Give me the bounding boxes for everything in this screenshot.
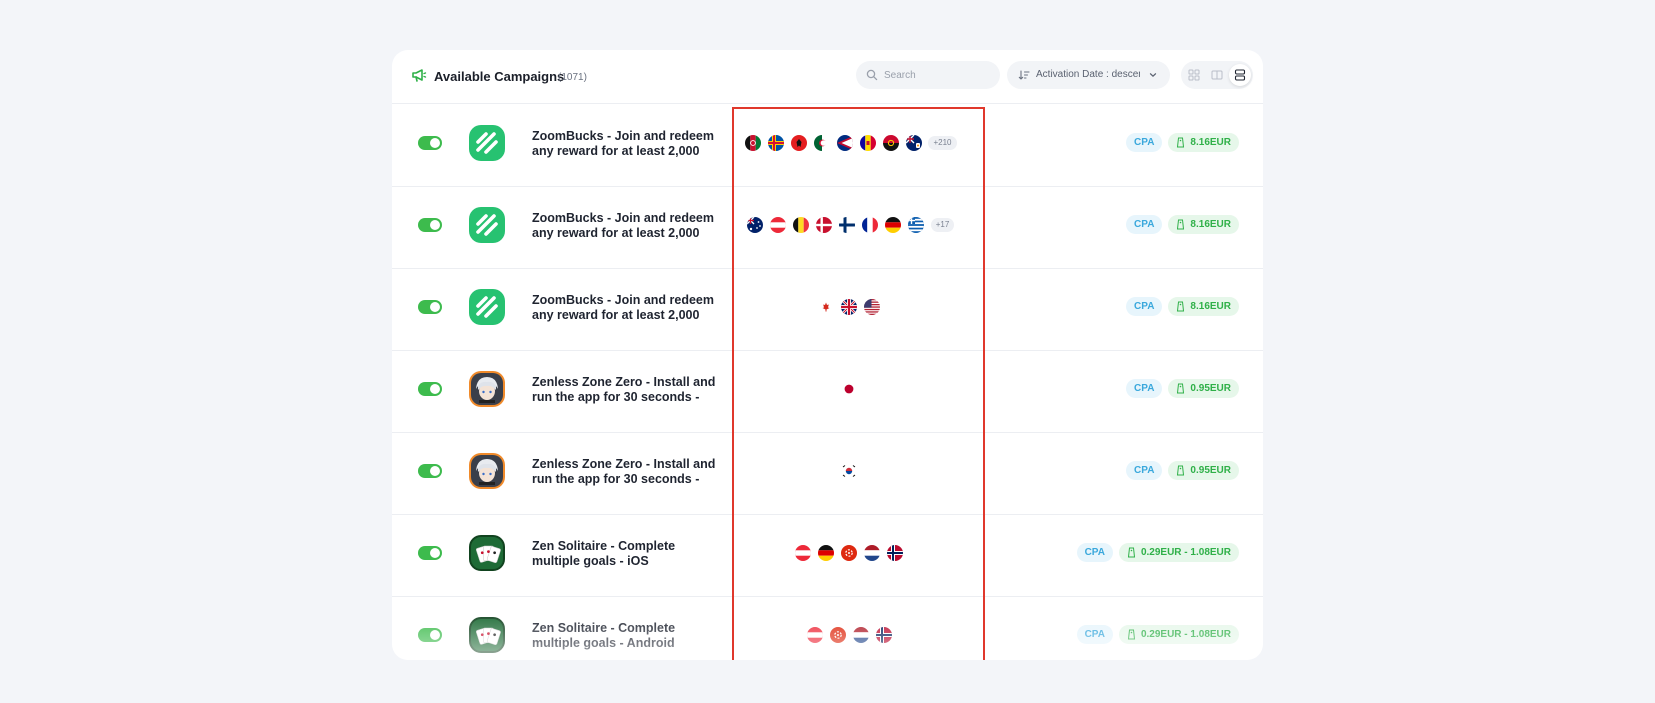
columns-view-button[interactable]: [1206, 64, 1228, 86]
zoombucks-app-icon: [469, 125, 505, 161]
megaphone-icon: [412, 69, 427, 82]
payout-amount: 8.16EUR: [1190, 301, 1231, 312]
campaign-name: ZoomBucks - Join and redeem any reward f…: [532, 129, 714, 158]
campaign-toggle[interactable]: [418, 300, 442, 314]
payout-badge: 0.95EUR: [1168, 461, 1239, 480]
zoombucks-app-icon: [469, 289, 505, 325]
campaign-type-badge: CPA: [1126, 215, 1163, 234]
campaign-name: Zenless Zone Zero - Install and run the …: [532, 375, 716, 404]
list-icon: [1234, 69, 1246, 81]
payout-amount: 0.95EUR: [1190, 383, 1231, 394]
list-view-button[interactable]: [1229, 64, 1251, 86]
payout-badge: 8.16EUR: [1168, 297, 1239, 316]
payout-group: CPA 8.16EUR: [1126, 297, 1239, 316]
campaign-count: (1071): [558, 72, 587, 83]
campaign-type-badge: CPA: [1126, 133, 1163, 152]
sort-dropdown[interactable]: Activation Date : descen...: [1007, 61, 1170, 89]
payout-amount: 0.29EUR - 1.08EUR: [1140, 547, 1231, 558]
payout-group: CPA 0.29EUR - 1.08EUR: [1076, 625, 1239, 644]
campaign-name: Zenless Zone Zero - Install and run the …: [532, 457, 716, 486]
grid-view-button[interactable]: [1183, 64, 1205, 86]
campaign-name: Zen Solitaire - Complete multiple goals …: [532, 621, 676, 650]
search-input[interactable]: [884, 61, 994, 89]
payout-amount: 8.16EUR: [1190, 219, 1231, 230]
zenless-zone-zero-app-icon: [469, 371, 505, 407]
sort-label: Activation Date : descen...: [1036, 69, 1140, 80]
campaign-type-badge: CPA: [1126, 461, 1163, 480]
payout-group: CPA 0.95EUR: [1126, 461, 1239, 480]
price-tag-icon: [1177, 301, 1185, 312]
payout-group: CPA 0.95EUR: [1126, 379, 1239, 398]
payout-badge: 0.29EUR - 1.08EUR: [1118, 543, 1239, 562]
page-title: Available Campaigns: [434, 69, 565, 84]
price-tag-icon: [1177, 383, 1185, 394]
zen-solitaire-app-icon: [469, 617, 505, 653]
campaign-toggle[interactable]: [418, 546, 442, 560]
search-box[interactable]: [856, 61, 1000, 89]
payout-amount: 0.29EUR - 1.08EUR: [1140, 629, 1231, 640]
campaign-toggle[interactable]: [418, 382, 442, 396]
campaign-name: ZoomBucks - Join and redeem any reward f…: [532, 293, 714, 322]
price-tag-icon: [1127, 547, 1136, 558]
countries-column-highlight: [732, 107, 985, 660]
payout-amount: 0.95EUR: [1190, 465, 1231, 476]
payout-group: CPA 8.16EUR: [1126, 215, 1239, 234]
payout-badge: 0.95EUR: [1168, 379, 1239, 398]
zen-solitaire-app-icon: [469, 535, 505, 571]
payout-badge: 0.29EUR - 1.08EUR: [1118, 625, 1239, 644]
price-tag-icon: [1127, 629, 1136, 640]
search-icon: [866, 69, 878, 81]
payout-group: CPA 8.16EUR: [1126, 133, 1239, 152]
campaign-type-badge: CPA: [1076, 625, 1113, 644]
campaigns-header: Available Campaigns (1071) Activation Da…: [392, 50, 1263, 104]
columns-icon: [1211, 70, 1223, 80]
zenless-zone-zero-app-icon: [469, 453, 505, 489]
campaign-type-badge: CPA: [1076, 543, 1113, 562]
campaign-toggle[interactable]: [418, 218, 442, 232]
view-mode-toggle: [1181, 61, 1253, 89]
campaign-type-badge: CPA: [1126, 379, 1163, 398]
sort-descending-icon: [1018, 70, 1030, 80]
campaign-type-badge: CPA: [1126, 297, 1163, 316]
payout-group: CPA 0.29EUR - 1.08EUR: [1076, 543, 1239, 562]
campaign-toggle[interactable]: [418, 628, 442, 642]
campaign-name: ZoomBucks - Join and redeem any reward f…: [532, 211, 714, 240]
payout-badge: 8.16EUR: [1168, 215, 1239, 234]
grid-icon: [1188, 69, 1200, 81]
campaign-name: Zen Solitaire - Complete multiple goals …: [532, 539, 676, 568]
price-tag-icon: [1177, 465, 1185, 476]
campaign-toggle[interactable]: [418, 136, 442, 150]
price-tag-icon: [1177, 137, 1185, 148]
campaign-toggle[interactable]: [418, 464, 442, 478]
price-tag-icon: [1177, 219, 1185, 230]
payout-amount: 8.16EUR: [1190, 137, 1231, 148]
zoombucks-app-icon: [469, 207, 505, 243]
chevron-down-icon: [1149, 73, 1157, 77]
payout-badge: 8.16EUR: [1168, 133, 1239, 152]
